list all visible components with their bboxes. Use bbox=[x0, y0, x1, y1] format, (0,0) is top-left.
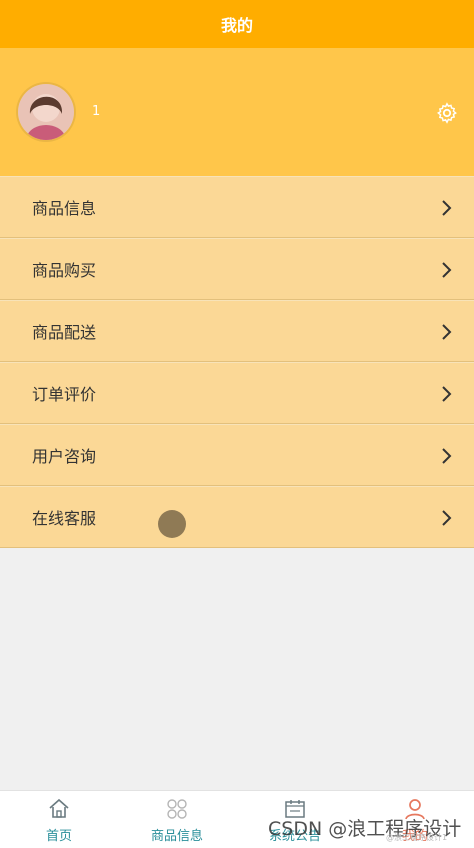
grid-icon bbox=[167, 799, 187, 819]
menu-item-label: 订单评价 bbox=[32, 385, 97, 404]
menu-item-goods-purchase[interactable]: 商品购买 bbox=[0, 238, 474, 300]
gear-icon[interactable] bbox=[436, 102, 458, 124]
menu-item-goods-delivery[interactable]: 商品配送 bbox=[0, 300, 474, 362]
page-header: 我的 bbox=[0, 0, 474, 48]
tab-label: 首页 bbox=[45, 829, 72, 844]
menu-item-label: 在线客服 bbox=[32, 509, 97, 528]
profile-panel: 1 bbox=[0, 48, 474, 176]
page-title: 我的 bbox=[220, 16, 253, 35]
chevron-right-icon bbox=[442, 448, 452, 464]
chevron-right-icon bbox=[442, 324, 452, 340]
chevron-right-icon bbox=[442, 510, 452, 526]
menu-item-user-consult[interactable]: 用户咨询 bbox=[0, 424, 474, 486]
menu-item-label: 用户咨询 bbox=[32, 447, 97, 466]
menu-list: 商品信息 商品购买 商品配送 订单评价 用户咨询 在线客服 bbox=[0, 176, 474, 548]
home-icon bbox=[49, 798, 69, 818]
chevron-right-icon bbox=[442, 262, 452, 278]
menu-item-label: 商品信息 bbox=[32, 199, 97, 218]
tab-home[interactable]: 首页 bbox=[0, 791, 118, 848]
watermark-subtext: @浪工程序设计1 bbox=[386, 833, 448, 842]
menu-item-order-review[interactable]: 订单评价 bbox=[0, 362, 474, 424]
menu-item-goods-info[interactable]: 商品信息 bbox=[0, 176, 474, 238]
tab-label: 商品信息 bbox=[150, 829, 203, 844]
chevron-right-icon bbox=[442, 200, 452, 216]
menu-item-label: 商品购买 bbox=[32, 261, 97, 280]
chevron-right-icon bbox=[442, 386, 452, 402]
floating-touch-indicator bbox=[158, 510, 186, 538]
tab-goods-info[interactable]: 商品信息 bbox=[118, 791, 236, 848]
menu-item-label: 商品配送 bbox=[32, 323, 97, 342]
menu-item-online-service[interactable]: 在线客服 bbox=[0, 486, 474, 548]
avatar[interactable] bbox=[18, 84, 74, 140]
username: 1 bbox=[92, 104, 101, 119]
